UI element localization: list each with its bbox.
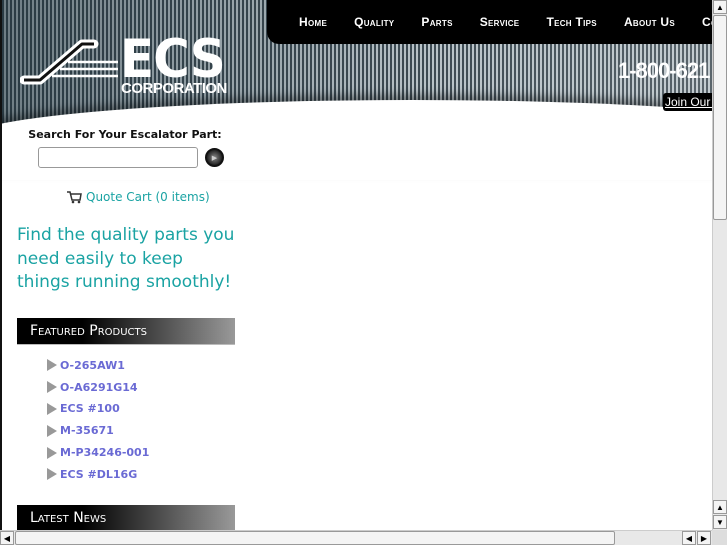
product-label: ECS #DL16G [60,467,138,481]
play-icon: ▶ [211,154,218,162]
horizontal-scrollbar[interactable]: ◀ ◀ ▶ [0,530,712,545]
product-label: ECS #100 [60,402,120,416]
arrow-right-icon [47,468,57,481]
arrow-right-icon [47,381,57,394]
scroll-down-icon[interactable]: ▼ [713,515,727,529]
nav-about-us[interactable]: About Us [624,15,675,29]
cart-icon [67,191,82,204]
featured-products-list: O-265AW1 O-A6291G14 ECS #100 M-35671 M-P… [47,355,236,486]
scroll-left-icon[interactable]: ◀ [0,531,14,545]
featured-products-heading: Featured Products [17,317,235,345]
arrow-right-icon [47,446,57,459]
scroll-left-icon[interactable]: ◀ [682,531,696,545]
latest-news-heading: Latest News [17,505,235,530]
scroll-up-icon[interactable]: ▲ [713,500,727,514]
horizontal-scroll-thumb[interactable] [15,531,615,545]
product-link[interactable]: M-P34246-001 [47,442,236,464]
product-label: M-35671 [60,424,114,438]
ecs-logo[interactable]: ECS CORPORATION [20,29,227,100]
product-link[interactable]: O-A6291G14 [47,376,236,398]
nav-contact[interactable]: Cont [702,15,712,29]
vertical-scroll-thumb[interactable] [713,15,727,220]
nav-service[interactable]: Service [480,15,520,29]
nav-parts[interactable]: Parts [421,15,452,29]
product-link[interactable]: O-265AW1 [47,355,236,377]
join-mailing-list-link[interactable]: Join Our M [663,93,712,111]
main-nav: Home Quality Parts Service Tech Tips Abo… [267,0,712,44]
arrow-right-icon [47,359,57,372]
logo-subtext: CORPORATION [121,80,227,97]
tagline: Find the quality parts you need easily t… [17,225,235,292]
search-input[interactable] [38,147,198,168]
product-link[interactable]: ECS #100 [47,398,236,420]
product-link[interactable]: M-35671 [47,420,236,442]
search-go-button[interactable]: ▶ [205,148,224,167]
escalator-logo-icon [20,39,118,85]
nav-home[interactable]: Home [299,15,327,29]
phone-number: 1-800-621 [618,58,710,83]
product-link[interactable]: ECS #DL16G [47,463,236,485]
scroll-up-icon[interactable]: ▲ [713,0,727,14]
scroll-right-icon[interactable]: ▶ [697,531,711,545]
vertical-scrollbar[interactable]: ▲ ▲ ▼ [712,0,727,530]
viewport: ECS CORPORATION Home Quality Parts Servi… [0,0,712,530]
scrollbar-corner [712,530,727,545]
quote-cart-link[interactable]: Quote Cart (0 items) [66,190,236,204]
product-label: O-A6291G14 [60,380,138,394]
product-label: M-P34246-001 [60,446,150,460]
sidebar: Search For Your Escalator Part: ▶ Quote … [14,128,236,530]
arrow-right-icon [47,424,57,437]
product-label: O-265AW1 [60,358,125,372]
quote-cart-label: Quote Cart (0 items) [86,190,210,204]
nav-quality[interactable]: Quality [354,15,394,29]
arrow-right-icon [47,402,57,415]
nav-tech-tips[interactable]: Tech Tips [546,15,596,29]
search-label: Search For Your Escalator Part: [28,128,222,141]
